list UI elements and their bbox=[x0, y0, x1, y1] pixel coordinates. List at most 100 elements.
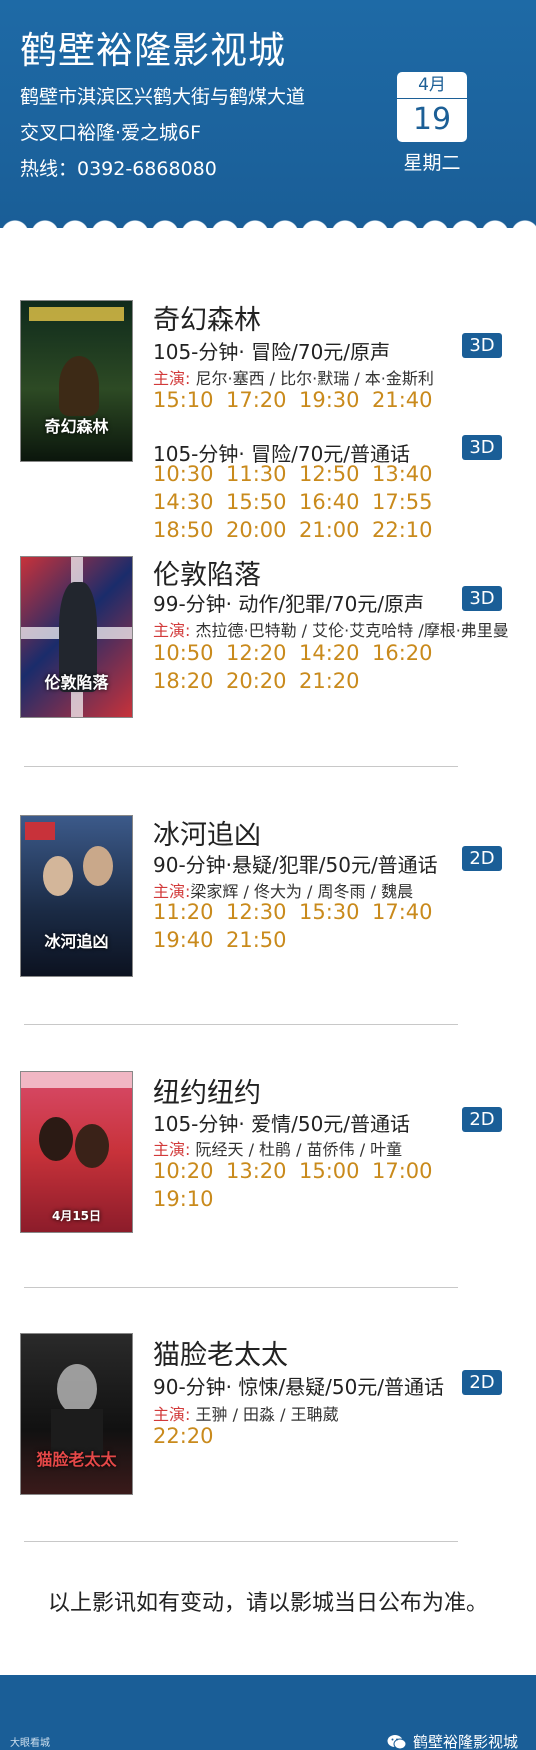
showtime: 21:20 bbox=[299, 669, 360, 693]
showtimes: 10:20 13:20 15:00 17:00 19:10 bbox=[153, 1159, 445, 1215]
showtime: 19:40 bbox=[153, 928, 214, 952]
showtime: 18:50 bbox=[153, 518, 214, 542]
showtimes: 11:20 12:30 15:30 17:40 19:40 21:50 bbox=[153, 900, 445, 956]
showtime: 22:10 bbox=[372, 518, 433, 542]
movie-cast: 主演: 阮经天 / 杜鹃 / 苗侨伟 / 叶童 bbox=[153, 1136, 402, 1160]
poster-mao-lian-lao-tai-tai: 猫脸老太太 bbox=[20, 1333, 133, 1495]
poster-title: 冰河追凶 bbox=[44, 932, 109, 951]
showtime: 21:00 bbox=[299, 518, 360, 542]
showtime-row: 11:20 12:30 15:30 17:40 bbox=[153, 900, 445, 928]
cast-names: 王翀 / 田淼 / 王聃葳 bbox=[190, 1405, 339, 1424]
movie-info: 105-分钟· 爱情/50元/普通话 bbox=[153, 1112, 411, 1136]
poster-title: 4月15日 bbox=[51, 1209, 102, 1223]
format-badge: 3D bbox=[462, 586, 502, 611]
showtime: 21:40 bbox=[372, 388, 433, 412]
showtime: 11:30 bbox=[226, 462, 287, 486]
showtime-row: 18:20 20:20 21:20 bbox=[153, 669, 445, 697]
showtime-row: 19:10 bbox=[153, 1187, 445, 1215]
address-line-1: 鹤壁市淇滨区兴鹤大街与鹤煤大道 bbox=[20, 86, 306, 108]
section-divider bbox=[24, 1287, 458, 1288]
showtime-row: 15:10 17:20 19:30 21:40 bbox=[153, 388, 445, 416]
format-badge: 2D bbox=[462, 846, 502, 871]
movie-cast: 主演:梁家辉 / 佟大为 / 周冬雨 / 魏晨 bbox=[153, 878, 413, 902]
showtime: 13:20 bbox=[226, 1159, 287, 1183]
showtime: 17:00 bbox=[372, 1159, 433, 1183]
showtime: 15:10 bbox=[153, 388, 214, 412]
format-badge: 2D bbox=[462, 1107, 502, 1132]
showtime: 16:20 bbox=[372, 641, 433, 665]
movie-info: 105-分钟· 冒险/70元/原声 bbox=[153, 340, 391, 364]
section-divider bbox=[24, 1024, 458, 1025]
showtime-row: 22:20 bbox=[153, 1424, 226, 1452]
showtime: 11:20 bbox=[153, 900, 214, 924]
cast-names: 阮经天 / 杜鹃 / 苗侨伟 / 叶童 bbox=[190, 1140, 403, 1159]
footer-brand-name: 鹤壁裕隆影视城 bbox=[412, 1733, 518, 1750]
wechat-icon bbox=[387, 1734, 407, 1749]
header-scallop-edge bbox=[0, 206, 536, 234]
showtimes: 10:50 12:20 14:20 16:20 18:20 20:20 21:2… bbox=[153, 641, 445, 697]
showtime: 19:30 bbox=[299, 388, 360, 412]
showtime-row: 14:30 15:50 16:40 17:55 bbox=[153, 490, 445, 518]
showtime: 12:30 bbox=[226, 900, 287, 924]
section-divider bbox=[24, 1541, 458, 1542]
format-badge: 3D bbox=[462, 333, 502, 358]
showtime-row: 18:50 20:00 21:00 22:10 bbox=[153, 518, 445, 546]
showtime: 17:40 bbox=[372, 900, 433, 924]
showtime: 12:20 bbox=[226, 641, 287, 665]
movie-info: 90-分钟· 惊悚/悬疑/50元/普通话 bbox=[153, 1375, 445, 1399]
poster-bing-he-zhui-xiong: 冰河追凶 bbox=[20, 815, 133, 977]
cast-names: 杰拉德·巴特勒 / 艾伦·艾克哈特 /摩根·弗里曼 bbox=[190, 621, 509, 640]
format-badge: 3D bbox=[462, 435, 502, 460]
cast-label: 主演: bbox=[153, 621, 191, 640]
showtime: 20:00 bbox=[226, 518, 287, 542]
movie-title: 奇幻森林 bbox=[153, 305, 261, 336]
showtimes: 22:20 bbox=[153, 1424, 226, 1452]
showtime-row: 10:50 12:20 14:20 16:20 bbox=[153, 641, 445, 669]
weekday: 星期二 bbox=[403, 152, 461, 174]
showtime: 14:20 bbox=[299, 641, 360, 665]
poster-new-york-new-york: 4月15日 bbox=[20, 1071, 133, 1233]
movie-cast: 主演: 王翀 / 田淼 / 王聃葳 bbox=[153, 1401, 339, 1425]
section-divider bbox=[24, 766, 458, 767]
showtime: 20:20 bbox=[226, 669, 287, 693]
showtime: 10:20 bbox=[153, 1159, 214, 1183]
address-line-2: 交叉口裕隆·爱之城6F bbox=[20, 122, 202, 144]
showtimes: 15:10 17:20 19:30 21:40 bbox=[153, 388, 445, 416]
movie-title: 冰河追凶 bbox=[153, 820, 261, 851]
movie-info: 90-分钟·悬疑/犯罪/50元/普通话 bbox=[153, 853, 438, 877]
movie-title: 伦敦陷落 bbox=[153, 560, 261, 591]
cast-label: 主演: bbox=[153, 1405, 191, 1424]
watermark: 大眼看城 bbox=[10, 1738, 50, 1749]
showtime: 15:00 bbox=[299, 1159, 360, 1183]
showtime: 10:30 bbox=[153, 462, 214, 486]
movie-cast: 主演: 尼尔·塞西 / 比尔·默瑞 / 本·金斯利 bbox=[153, 365, 434, 389]
cast-names: 梁家辉 / 佟大为 / 周冬雨 / 魏晨 bbox=[190, 882, 414, 901]
showtime: 22:20 bbox=[153, 1424, 214, 1448]
format-badge: 2D bbox=[462, 1370, 502, 1395]
showtime: 15:30 bbox=[299, 900, 360, 924]
showtime-row: 10:20 13:20 15:00 17:00 bbox=[153, 1159, 445, 1187]
showtime: 14:30 bbox=[153, 490, 214, 514]
showtime: 10:50 bbox=[153, 641, 214, 665]
schedule-notice: 以上影讯如有变动，请以影城当日公布为准。 bbox=[47, 1591, 488, 1616]
hotline: 热线：0392-6868080 bbox=[20, 158, 217, 180]
poster-title: 伦敦陷落 bbox=[44, 673, 109, 692]
showtime: 17:20 bbox=[226, 388, 287, 412]
date-day: 19 bbox=[412, 102, 452, 137]
cast-label: 主演: bbox=[153, 1140, 191, 1159]
showtime: 18:20 bbox=[153, 669, 214, 693]
date-month: 4月 bbox=[397, 72, 467, 99]
cinema-name: 鹤壁裕隆影视城 bbox=[20, 29, 286, 72]
movie-cast: 主演: 杰拉德·巴特勒 / 艾伦·艾克哈特 /摩根·弗里曼 bbox=[153, 617, 509, 641]
showtime-row: 10:30 11:30 12:50 13:40 bbox=[153, 462, 445, 490]
poster-title: 奇幻森林 bbox=[44, 417, 109, 436]
showtime-row: 19:40 21:50 bbox=[153, 928, 445, 956]
showtime: 12:50 bbox=[299, 462, 360, 486]
showtime: 15:50 bbox=[226, 490, 287, 514]
movie-title: 猫脸老太太 bbox=[153, 1340, 288, 1371]
cast-label: 主演: bbox=[153, 882, 191, 901]
showtimes: 10:30 11:30 12:50 13:40 14:30 15:50 16:4… bbox=[153, 462, 445, 546]
poster-london-has-fallen: 伦敦陷落 bbox=[20, 556, 133, 718]
footer-scallop-edge bbox=[0, 1659, 536, 1687]
poster-title: 猫脸老太太 bbox=[36, 1450, 117, 1469]
